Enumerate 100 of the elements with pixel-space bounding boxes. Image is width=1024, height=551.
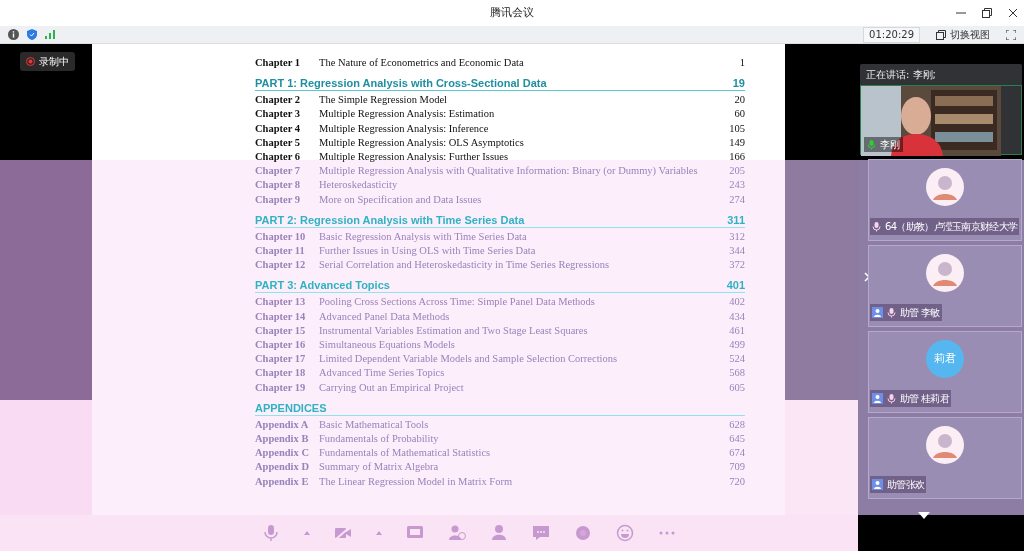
- page-number: 499: [729, 338, 745, 353]
- chapter-label: Appendix C: [255, 446, 310, 461]
- page-number: 60: [734, 107, 745, 122]
- page-number: 628: [729, 417, 745, 432]
- participant-name: 64（助教）卢滢玉南京财经大学: [885, 220, 1018, 234]
- chapter-title: Multiple Regression Analysis: Inference: [319, 121, 490, 136]
- page-number: 709: [729, 460, 745, 475]
- chapter-title: Heteroskedasticity: [319, 178, 399, 193]
- chapter-title: Instrumental Variables Estimation and Two Stage Least Squares: [319, 323, 589, 338]
- emoji-icon[interactable]: [616, 524, 634, 542]
- page-number: 645: [729, 432, 745, 447]
- page-number: 105: [729, 121, 745, 136]
- avatar: [926, 254, 964, 292]
- page-number: 461: [729, 323, 745, 338]
- page-number: 20: [734, 93, 745, 108]
- speaker-name: 李刚: [864, 137, 903, 152]
- page-number: 434: [729, 309, 745, 324]
- members-icon[interactable]: [490, 524, 508, 542]
- page-number: 243: [729, 178, 745, 193]
- chapter-title: Summary of Matrix Algebra: [319, 460, 440, 475]
- chat-icon[interactable]: [532, 524, 550, 542]
- chapter-title: Serial Correlation and Heteroskedasticity in Time Series Regressions: [319, 258, 611, 273]
- chapter-label: Appendix D: [255, 460, 310, 475]
- page-number: 205: [729, 164, 745, 179]
- chapter-label: Chapter 7: [255, 164, 301, 179]
- chapter-label: Appendix A: [255, 417, 310, 432]
- page-number: 311: [727, 212, 745, 227]
- microphone-icon[interactable]: [262, 524, 280, 542]
- caret-icon[interactable]: [376, 530, 382, 536]
- chapter-title: Simultaneous Equations Models: [319, 338, 456, 353]
- part-heading: APPENDICES: [255, 400, 328, 415]
- participant-name: 助管 桂莉君: [900, 392, 949, 406]
- chapter-label: Chapter 15: [255, 323, 307, 338]
- page-number: 372: [729, 258, 745, 273]
- page-number: 166: [729, 150, 745, 164]
- chapter-label: Chapter 17: [255, 352, 307, 367]
- page-number: 274: [729, 192, 745, 207]
- avatar: 莉君: [926, 340, 964, 378]
- page-number: 149: [729, 135, 745, 150]
- part-heading: PART 2: Regression Analysis with Time Series Data: [255, 212, 526, 227]
- chapter-title: The Linear Regression Model in Matrix Form: [319, 474, 514, 489]
- signal-icon[interactable]: [45, 30, 55, 39]
- chapter-title: Further Issues in Using OLS with Time Series Data: [319, 244, 537, 259]
- recording-badge: 录制中: [20, 52, 75, 71]
- page-number: 720: [729, 474, 745, 489]
- chapter-title: Multiple Regression Analysis: Estimation: [319, 107, 496, 122]
- view-icon: [936, 29, 946, 40]
- close-icon[interactable]: [1008, 8, 1018, 18]
- chapter-title: Multiple Regression Analysis: Further Issues: [319, 150, 509, 164]
- chapter-label: Chapter 10: [255, 229, 307, 244]
- chapter-title: The Nature of Econometrics and Economic Data: [319, 56, 525, 70]
- page-number: 344: [729, 244, 745, 259]
- caret-icon[interactable]: [304, 530, 310, 536]
- chapter-title: Basic Mathematical Tools: [319, 417, 430, 432]
- chapter-label: Chapter 9: [255, 192, 301, 207]
- part-heading: PART 3: Advanced Topics: [255, 278, 391, 293]
- record-icon[interactable]: [574, 524, 592, 542]
- fullscreen-icon[interactable]: [1006, 29, 1016, 40]
- chapter-label: Chapter 2: [255, 93, 301, 108]
- chapter-label: Chapter 19: [255, 380, 307, 395]
- participant-name: 助管 李敏: [900, 306, 940, 320]
- page-number: 312: [729, 229, 745, 244]
- shield-icon[interactable]: [27, 29, 37, 40]
- scroll-down-icon[interactable]: [918, 512, 930, 519]
- chapter-title: Fundamentals of Probability: [319, 432, 440, 447]
- restore-icon[interactable]: [982, 8, 992, 18]
- chapter-label: Chapter 11: [255, 244, 306, 259]
- invite-icon[interactable]: [448, 524, 466, 542]
- chapter-label: Chapter 6: [255, 150, 301, 164]
- chapter-title: Advanced Panel Data Methods: [319, 309, 451, 324]
- speaker-heading: 正在讲话: 李刚;: [865, 68, 937, 82]
- chapter-label: Chapter 16: [255, 338, 307, 353]
- chapter-title: Pooling Cross Sections Across Time: Simple Panel Data Methods: [319, 295, 596, 310]
- avatar: [926, 168, 964, 206]
- page-number: 402: [729, 295, 745, 310]
- info-icon[interactable]: [8, 29, 19, 40]
- chapter-title: The Simple Regression Model: [319, 93, 449, 108]
- chapter-label: Chapter 3: [255, 107, 301, 122]
- chapter-label: Chapter 18: [255, 366, 307, 381]
- participant-name: 助管张欢: [887, 478, 925, 492]
- chapter-label: Chapter 13: [255, 295, 307, 310]
- chapter-title: Multiple Regression Analysis: OLS Asymptotics: [319, 135, 525, 150]
- chapter-label: Appendix B: [255, 432, 310, 447]
- meeting-timer: 01:20:29: [863, 26, 920, 43]
- avatar: [926, 426, 964, 464]
- switch-view-button[interactable]: 切换视图: [936, 27, 990, 42]
- chapter-label: Chapter 5: [255, 135, 301, 150]
- chapter-label: Chapter 8: [255, 178, 301, 193]
- chapter-title: Fundamentals of Mathematical Statistics: [319, 446, 492, 461]
- page-number: 568: [729, 366, 745, 381]
- page-number: 524: [729, 352, 745, 367]
- page-number: 401: [726, 278, 745, 293]
- window-title: 腾讯会议: [490, 4, 534, 21]
- chapter-label: Chapter 4: [255, 121, 301, 136]
- chapter-title: Multiple Regression Analysis with Qualitative Information: Binary (or Dummy) Variables: [319, 164, 699, 179]
- page-number: 674: [729, 446, 745, 461]
- chapter-title: Carrying Out an Empirical Project: [319, 380, 465, 395]
- part-heading: PART 1: Regression Analysis with Cross-Sectional Data: [255, 76, 548, 91]
- page-number: 1: [739, 56, 745, 70]
- chapter-label: Chapter 12: [255, 258, 307, 273]
